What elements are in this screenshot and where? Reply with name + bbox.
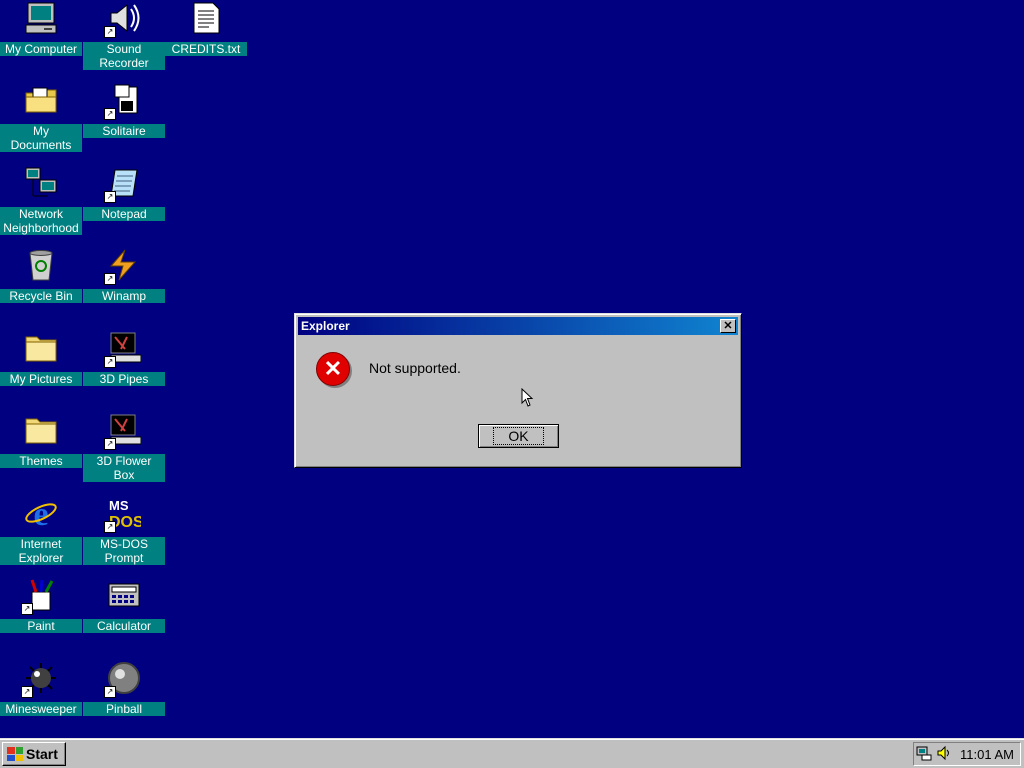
my-documents-icon <box>23 82 59 118</box>
desktop-icon-label: Minesweeper <box>0 702 82 716</box>
close-icon: ✕ <box>723 320 733 332</box>
computer-icon <box>23 0 59 36</box>
desktop-icon-label: Notepad <box>83 207 165 221</box>
desktop-icon-label: Network Neighborhood <box>0 207 82 235</box>
desktop-icon-sound-recorder[interactable]: ↗ Sound Recorder <box>83 0 165 70</box>
dialog-title: Explorer <box>301 319 350 333</box>
calculator-icon <box>106 577 142 613</box>
sound-recorder-icon: ↗ <box>104 0 142 38</box>
shortcut-arrow-icon: ↗ <box>104 26 116 38</box>
shortcut-arrow-icon: ↗ <box>21 603 33 615</box>
desktop-icon-my-pictures[interactable]: My Pictures <box>0 330 82 386</box>
desktop-icon-recycle-bin[interactable]: Recycle Bin <box>0 247 82 303</box>
svg-text:e: e <box>33 496 48 530</box>
desktop-icon-winamp[interactable]: ↗ Winamp <box>83 247 165 303</box>
desktop: My Computer My Documents Network Neighbo… <box>0 0 1024 738</box>
desktop-icon-label: 3D Pipes <box>83 372 165 386</box>
winamp-icon: ↗ <box>104 247 142 285</box>
text-file-icon <box>188 0 224 36</box>
shortcut-arrow-icon: ↗ <box>104 521 116 533</box>
clock[interactable]: 11:01 AM <box>960 747 1014 762</box>
desktop-icon-label: Internet Explorer <box>0 537 82 565</box>
desktop-icon-themes[interactable]: Themes <box>0 412 82 468</box>
shortcut-arrow-icon: ↗ <box>104 438 116 450</box>
ok-button-label: OK <box>493 427 544 445</box>
desktop-icon-3d-pipes[interactable]: ↗ 3D Pipes <box>83 330 165 386</box>
error-dialog: Explorer ✕ ✕ Not supported. OK <box>294 313 742 468</box>
desktop-icon-label: Solitaire <box>83 124 165 138</box>
folder-icon <box>23 412 59 448</box>
solitaire-icon: ↗ <box>104 82 142 120</box>
volume-icon[interactable] <box>936 745 952 764</box>
desktop-icon-my-computer[interactable]: My Computer <box>0 0 82 56</box>
desktop-icon-internet-explorer[interactable]: e Internet Explorer <box>0 495 82 565</box>
start-label: Start <box>26 746 58 762</box>
shortcut-arrow-icon: ↗ <box>104 273 116 285</box>
desktop-icon-calculator[interactable]: Calculator <box>83 577 165 633</box>
taskbar: Start 11:01 AM <box>0 738 1024 768</box>
pinball-icon: ↗ <box>104 660 142 698</box>
screensaver-icon: ↗ <box>104 330 142 368</box>
desktop-icon-label: Calculator <box>83 619 165 633</box>
mouse-cursor-icon <box>521 388 534 407</box>
error-icon: ✕ <box>316 352 350 386</box>
recycle-bin-icon <box>23 247 59 283</box>
desktop-icon-ms-dos-prompt[interactable]: MS DOS ↗ MS-DOS Prompt <box>83 495 165 565</box>
paint-icon: ↗ <box>21 577 59 615</box>
start-button[interactable]: Start <box>2 742 66 766</box>
system-tray: 11:01 AM <box>913 742 1021 766</box>
internet-explorer-icon: e <box>23 495 59 531</box>
network-icon <box>23 165 59 201</box>
desktop-icon-label: Sound Recorder <box>83 42 165 70</box>
desktop-icon-network-neighborhood[interactable]: Network Neighborhood <box>0 165 82 235</box>
svg-text:MS: MS <box>109 498 129 513</box>
minesweeper-icon: ↗ <box>21 660 59 698</box>
desktop-icon-label: Themes <box>0 454 82 468</box>
ms-dos-icon: MS DOS ↗ <box>104 495 142 533</box>
close-button[interactable]: ✕ <box>720 319 736 333</box>
desktop-icon-my-documents[interactable]: My Documents <box>0 82 82 152</box>
folder-icon <box>23 330 59 366</box>
dialog-message: Not supported. <box>369 360 461 376</box>
notepad-icon: ↗ <box>104 165 142 203</box>
dialog-titlebar[interactable]: Explorer ✕ <box>298 317 738 335</box>
screensaver-icon: ↗ <box>104 412 142 450</box>
desktop-icon-label: Recycle Bin <box>0 289 82 303</box>
desktop-icon-label: My Pictures <box>0 372 82 386</box>
display-settings-icon[interactable] <box>916 745 932 764</box>
desktop-icon-3d-flower-box[interactable]: ↗ 3D Flower Box <box>83 412 165 482</box>
shortcut-arrow-icon: ↗ <box>21 686 33 698</box>
windows-logo-icon <box>7 747 23 761</box>
desktop-icon-label: Winamp <box>83 289 165 303</box>
desktop-icon-credits-txt[interactable]: CREDITS.txt <box>165 0 247 56</box>
desktop-icon-label: My Documents <box>0 124 82 152</box>
shortcut-arrow-icon: ↗ <box>104 191 116 203</box>
desktop-icon-label: MS-DOS Prompt <box>83 537 165 565</box>
desktop-icon-label: Paint <box>0 619 82 633</box>
shortcut-arrow-icon: ↗ <box>104 108 116 120</box>
ok-button[interactable]: OK <box>478 424 559 448</box>
shortcut-arrow-icon: ↗ <box>104 686 116 698</box>
desktop-icon-label: 3D Flower Box <box>83 454 165 482</box>
desktop-icon-paint[interactable]: ↗ Paint <box>0 577 82 633</box>
desktop-icon-notepad[interactable]: ↗ Notepad <box>83 165 165 221</box>
desktop-icon-minesweeper[interactable]: ↗ Minesweeper <box>0 660 82 716</box>
shortcut-arrow-icon: ↗ <box>104 356 116 368</box>
desktop-icon-label: My Computer <box>0 42 82 56</box>
desktop-icon-solitaire[interactable]: ↗ Solitaire <box>83 82 165 138</box>
desktop-icon-label: Pinball <box>83 702 165 716</box>
desktop-icon-label: CREDITS.txt <box>165 42 247 56</box>
desktop-icon-pinball[interactable]: ↗ Pinball <box>83 660 165 716</box>
